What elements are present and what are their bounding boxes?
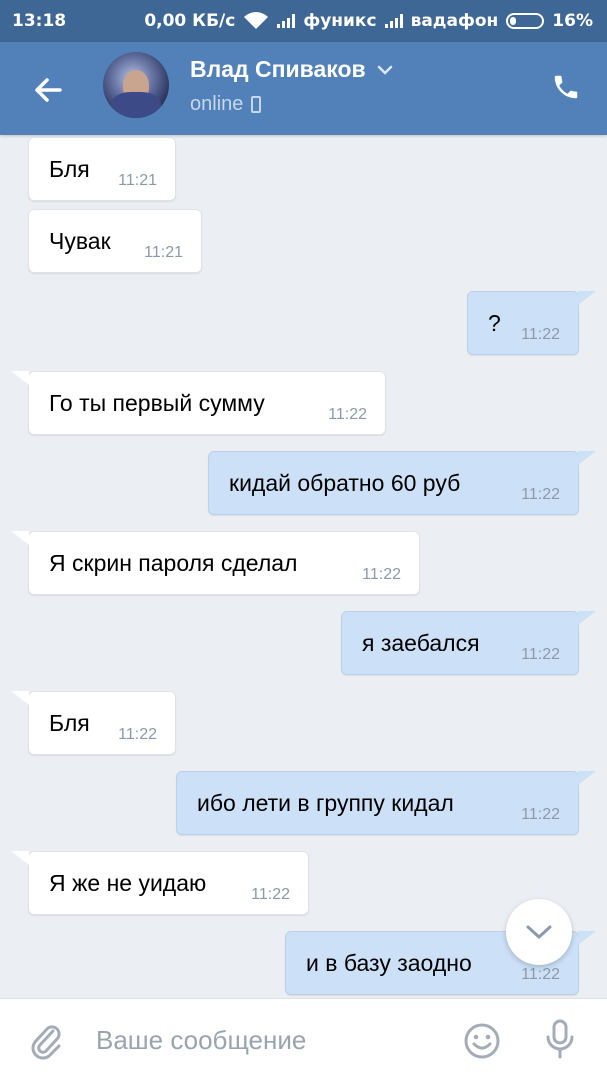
message-time: 11:22 — [521, 486, 560, 503]
clock: 13:18 — [12, 11, 67, 31]
message-incoming[interactable]: Бля 11:21 — [28, 137, 176, 201]
message-outgoing[interactable]: я заебался 11:22 — [341, 611, 596, 675]
message-text: Я же не уидаю — [49, 870, 207, 896]
wifi-icon — [244, 12, 269, 29]
message-time: 11:22 — [521, 326, 560, 343]
phone-call-icon[interactable] — [551, 72, 581, 102]
contact-name-label: Влад Спиваков — [190, 56, 366, 82]
message-time: 11:21 — [118, 172, 157, 189]
message-text: Бля — [49, 710, 90, 736]
message-time: 11:22 — [251, 886, 290, 903]
message-input[interactable]: Ваше сообщение — [96, 1025, 306, 1056]
message-text: и в базу заодно — [306, 950, 472, 976]
message-time: 11:22 — [521, 806, 560, 823]
message-time: 11:22 — [521, 646, 560, 663]
message-incoming[interactable]: Чувак 11:21 — [28, 209, 202, 273]
chat-header: Влад Спиваков online — [0, 42, 607, 135]
microphone-icon[interactable] — [540, 1017, 580, 1063]
message-text: Я скрин пароля сделал — [49, 550, 298, 576]
back-arrow-icon[interactable] — [28, 70, 68, 110]
scroll-to-bottom-button[interactable] — [506, 899, 572, 965]
message-incoming[interactable]: Бля 11:22 — [11, 691, 176, 755]
contact-name[interactable]: Влад Спиваков — [190, 56, 394, 83]
carrier-2: вадафон — [410, 11, 499, 31]
chevron-down-icon — [526, 925, 552, 939]
message-incoming[interactable]: Го ты первый сумму 11:22 — [11, 371, 386, 435]
message-outgoing[interactable]: кидай обратно 60 руб 11:22 — [208, 451, 596, 515]
message-time: 11:22 — [362, 566, 401, 583]
message-composer: Ваше сообщение — [0, 998, 607, 1081]
message-time: 11:22 — [328, 406, 367, 423]
signal-icon — [277, 14, 296, 28]
status-indicators: 0,00 КБ/с фуникс вадафон 16% — [144, 11, 593, 31]
message-outgoing[interactable]: ибо лети в группу кидал 11:22 — [176, 771, 596, 835]
chevron-down-icon — [377, 65, 392, 75]
battery-icon — [506, 13, 545, 29]
signal-icon — [384, 14, 403, 28]
online-status: online — [190, 93, 262, 116]
smile-icon[interactable] — [462, 1021, 502, 1061]
message-time: 11:22 — [118, 726, 157, 743]
online-label: online — [190, 93, 244, 115]
message-text: ибо лети в группу кидал — [197, 790, 454, 816]
message-list[interactable]: Бля 11:21 Чувак 11:21 ? 11:22 Го ты перв… — [0, 135, 607, 998]
message-incoming[interactable]: Я же не уидаю 11:22 — [11, 851, 309, 915]
message-incoming[interactable]: Я скрин пароля сделал 11:22 — [11, 531, 420, 595]
battery-level: 16% — [552, 11, 593, 31]
mobile-device-icon — [251, 96, 262, 113]
message-outgoing[interactable]: ? 11:22 — [467, 291, 596, 355]
paperclip-icon[interactable] — [28, 1021, 64, 1061]
message-text: ? — [488, 310, 501, 336]
message-time: 11:22 — [521, 966, 560, 983]
message-text: я заебался — [362, 630, 480, 656]
message-text: Го ты первый сумму — [49, 390, 265, 416]
message-time: 11:21 — [144, 244, 183, 261]
carrier-1: фуникс — [303, 11, 377, 31]
net-speed: 0,00 КБ/с — [144, 11, 236, 31]
message-text: кидай обратно 60 руб — [229, 470, 461, 496]
status-bar: 13:18 0,00 КБ/с фуникс вадафон 16% — [0, 0, 607, 42]
avatar[interactable] — [103, 52, 169, 118]
message-text: Бля — [49, 156, 90, 182]
message-text: Чувак — [49, 228, 111, 254]
